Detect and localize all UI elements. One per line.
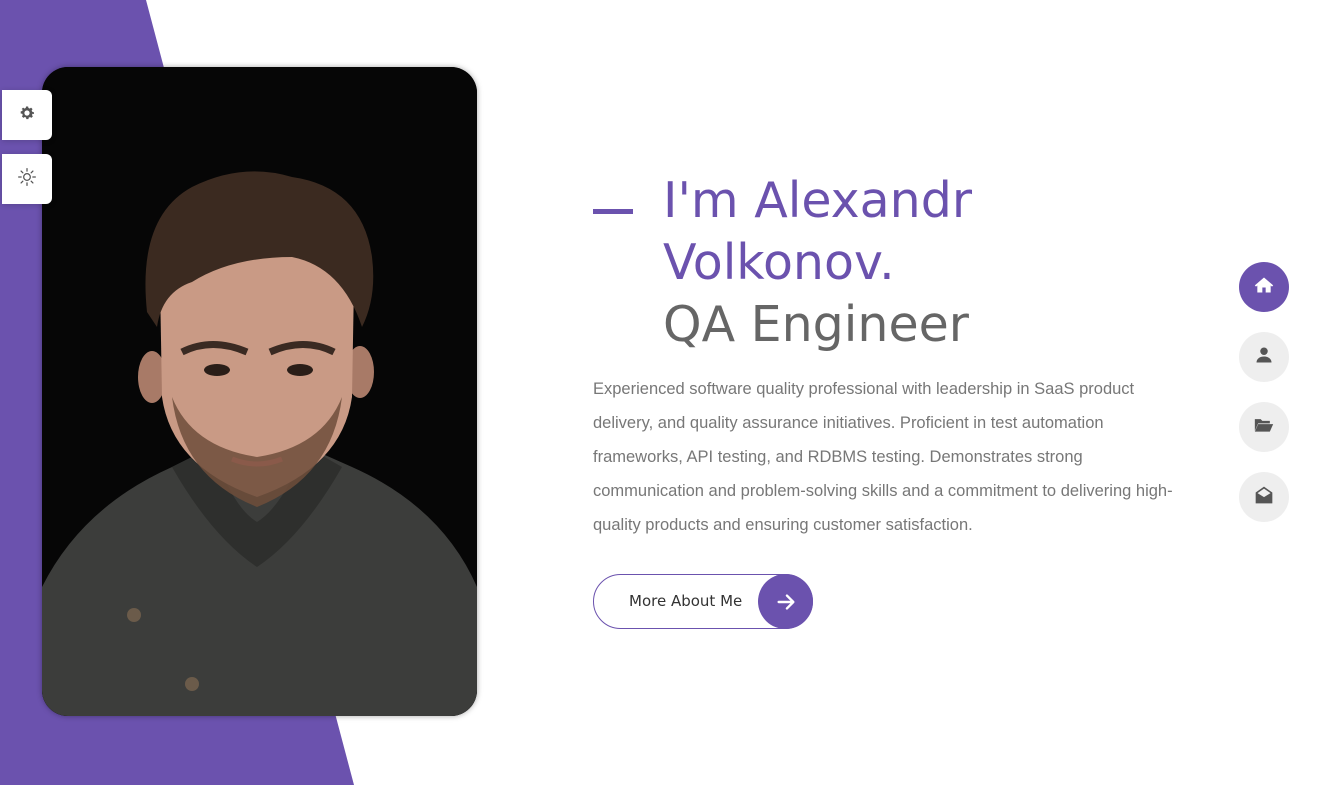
hero-name: I'm Alexandr Volkonov.: [663, 172, 972, 291]
nav-home[interactable]: [1239, 262, 1289, 312]
settings-button[interactable]: [2, 90, 52, 140]
envelope-open-icon: [1254, 485, 1274, 509]
nav-portfolio[interactable]: [1239, 402, 1289, 452]
more-about-me-label: More About Me: [629, 592, 743, 610]
home-icon: [1254, 275, 1274, 299]
nav-about[interactable]: [1239, 332, 1289, 382]
heading-accent-line: [593, 209, 633, 214]
gear-icon: [18, 104, 36, 126]
sun-icon: [17, 167, 37, 191]
user-icon: [1255, 346, 1273, 368]
side-navigation: [1239, 262, 1289, 542]
theme-toggle-button[interactable]: [2, 154, 52, 204]
hero-heading: I'm Alexandr Volkonov. QA Engineer: [663, 170, 972, 356]
hero-bio: Experienced software quality professiona…: [593, 380, 1173, 534]
more-about-me-button[interactable]: More About Me: [593, 574, 813, 629]
profile-photo: [42, 67, 477, 716]
hero-role: QA Engineer: [663, 296, 969, 353]
nav-contact[interactable]: [1239, 472, 1289, 522]
folder-open-icon: [1254, 416, 1274, 438]
arrow-right-icon: [758, 574, 813, 629]
